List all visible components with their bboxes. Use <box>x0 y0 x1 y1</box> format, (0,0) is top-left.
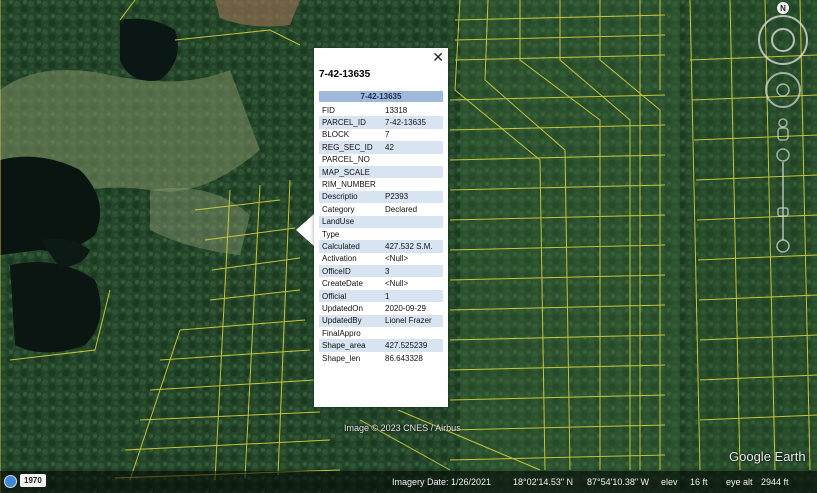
elevation-value: 16 ft <box>690 477 708 487</box>
attribute-table-header: 7-42-13635 <box>319 91 443 102</box>
attribute-key: PARCEL_ID <box>319 116 382 129</box>
attribute-row: Type <box>319 228 443 240</box>
attribute-value <box>382 215 443 228</box>
attribute-key: RIM_NUMBER <box>322 180 376 190</box>
attribute-row: FID 13318 <box>319 104 443 116</box>
attribute-row: Calculated 427.532 S.M. <box>319 240 443 253</box>
attribute-row: FinalAppro <box>319 327 443 339</box>
attribute-value <box>382 228 443 240</box>
attribute-key: BLOCK <box>322 130 350 140</box>
attribute-table: 7-42-13635 FID 13318 PARCEL_ID 7-42-13635 BL… <box>319 91 443 364</box>
attribute-row: Shape_len 86.643328 <box>319 352 443 364</box>
attribute-row: BLOCK 7 <box>319 129 443 141</box>
attribute-key: Calculated <box>319 240 382 253</box>
attribute-value: 2020-09-29 <box>385 303 426 313</box>
latitude-readout: 18°02'14.53" N <box>513 477 574 487</box>
attribute-key: Official <box>319 289 382 303</box>
status-bar: 1970 Imagery Date: 1/26/2021 18°02'14.53… <box>0 471 817 493</box>
historical-year-badge[interactable]: 1970 <box>20 474 46 487</box>
attribute-value: 3 <box>382 265 443 278</box>
attribute-key: MAP_SCALE <box>319 165 382 179</box>
attribute-value: 7-42-13635 <box>382 116 443 129</box>
attribute-key: FID <box>322 105 335 115</box>
attribute-row: Activation <Null> <box>319 253 443 265</box>
attribute-row: PARCEL_ID 7-42-13635 <box>319 116 443 129</box>
parcel-info-popup: ✕ 7-42-13635 7-42-13635 FID 13318 PARCEL_I… <box>314 48 448 407</box>
attribute-row: UpdatedBy Lionel Frazer <box>319 314 443 328</box>
eye-altitude-label: eye alt <box>726 477 753 487</box>
google-earth-logo: Google Earth <box>729 449 806 464</box>
attribute-key: Activation <box>322 254 357 264</box>
attribute-value: P2393 <box>382 190 443 204</box>
street-view-body-icon[interactable] <box>777 127 789 141</box>
attribute-row: REG_SEC_ID 42 <box>319 141 443 154</box>
attribute-key: Shape_len <box>322 353 361 363</box>
attribute-key: CreateDate <box>322 279 363 289</box>
move-joystick-center[interactable] <box>776 83 790 97</box>
popup-title: 7-42-13635 <box>319 69 371 80</box>
attribute-row: Official 1 <box>319 289 443 303</box>
elevation-label: elev <box>661 477 678 487</box>
longitude-readout: 87°54'10.38" W <box>587 477 650 487</box>
compass-ring[interactable] <box>758 15 808 65</box>
attribute-value: 86.643328 <box>385 353 423 363</box>
imagery-credit: Image © 2023 CNES / Airbus <box>344 423 461 433</box>
attribute-row: CreateDate <Null> <box>319 277 443 289</box>
attribute-key: PARCEL_NO <box>322 155 370 165</box>
look-joystick[interactable] <box>771 28 795 52</box>
zoom-out-icon[interactable] <box>776 239 790 253</box>
attribute-value: 427.525239 <box>382 339 443 352</box>
attribute-key: UpdatedOn <box>322 303 363 313</box>
attribute-key: REG_SEC_ID <box>319 141 382 154</box>
attribute-row: UpdatedOn 2020-09-29 <box>319 302 443 314</box>
attribute-key: Shape_area <box>319 339 382 352</box>
attribute-key: Type <box>322 229 340 239</box>
attribute-value: 7 <box>385 130 390 140</box>
attribute-row: RIM_NUMBER <box>319 178 443 190</box>
close-icon[interactable]: ✕ <box>432 51 444 65</box>
attribute-value: 1 <box>382 289 443 303</box>
attribute-row: Descriptio P2393 <box>319 190 443 204</box>
attribute-table-body: FID 13318 PARCEL_ID 7-42-13635 BLOCK 7 REG_SEC… <box>319 104 443 364</box>
street-view-icon[interactable] <box>778 118 788 128</box>
attribute-key: Descriptio <box>319 190 382 204</box>
attribute-value: 427.532 S.M. <box>382 240 443 253</box>
attribute-value <box>382 154 443 166</box>
attribute-key: Category <box>322 204 355 214</box>
attribute-value: <Null> <box>385 279 409 289</box>
attribute-key: OfficeID <box>319 265 382 278</box>
attribute-row: MAP_SCALE <box>319 165 443 179</box>
historical-imagery-icon[interactable] <box>4 475 17 488</box>
attribute-value: 13318 <box>385 105 408 115</box>
attribute-value <box>382 327 443 339</box>
attribute-value <box>382 165 443 179</box>
imagery-date: Imagery Date: 1/26/2021 <box>392 477 492 487</box>
attribute-value: Lionel Frazer <box>382 314 443 328</box>
eye-altitude-value: 2944 ft <box>761 477 789 487</box>
move-joystick[interactable] <box>765 72 801 108</box>
compass-north-label: N <box>780 4 786 13</box>
zoom-in-icon[interactable] <box>776 148 790 162</box>
attribute-value: 42 <box>382 141 443 154</box>
attribute-row: Category Declared <box>319 203 443 215</box>
navigation-controls[interactable]: N <box>757 0 817 260</box>
attribute-key: LandUse <box>319 215 382 228</box>
attribute-row: PARCEL_NO <box>319 154 443 166</box>
popup-pointer <box>296 214 314 246</box>
attribute-row: OfficeID 3 <box>319 265 443 278</box>
attribute-value: <Null> <box>385 254 409 264</box>
attribute-value <box>382 178 443 190</box>
attribute-key: UpdatedBy <box>319 314 382 328</box>
attribute-row: LandUse <box>319 215 443 228</box>
attribute-value: Declared <box>385 204 418 214</box>
attribute-row: Shape_area 427.525239 <box>319 339 443 352</box>
attribute-key: FinalAppro <box>322 328 361 338</box>
